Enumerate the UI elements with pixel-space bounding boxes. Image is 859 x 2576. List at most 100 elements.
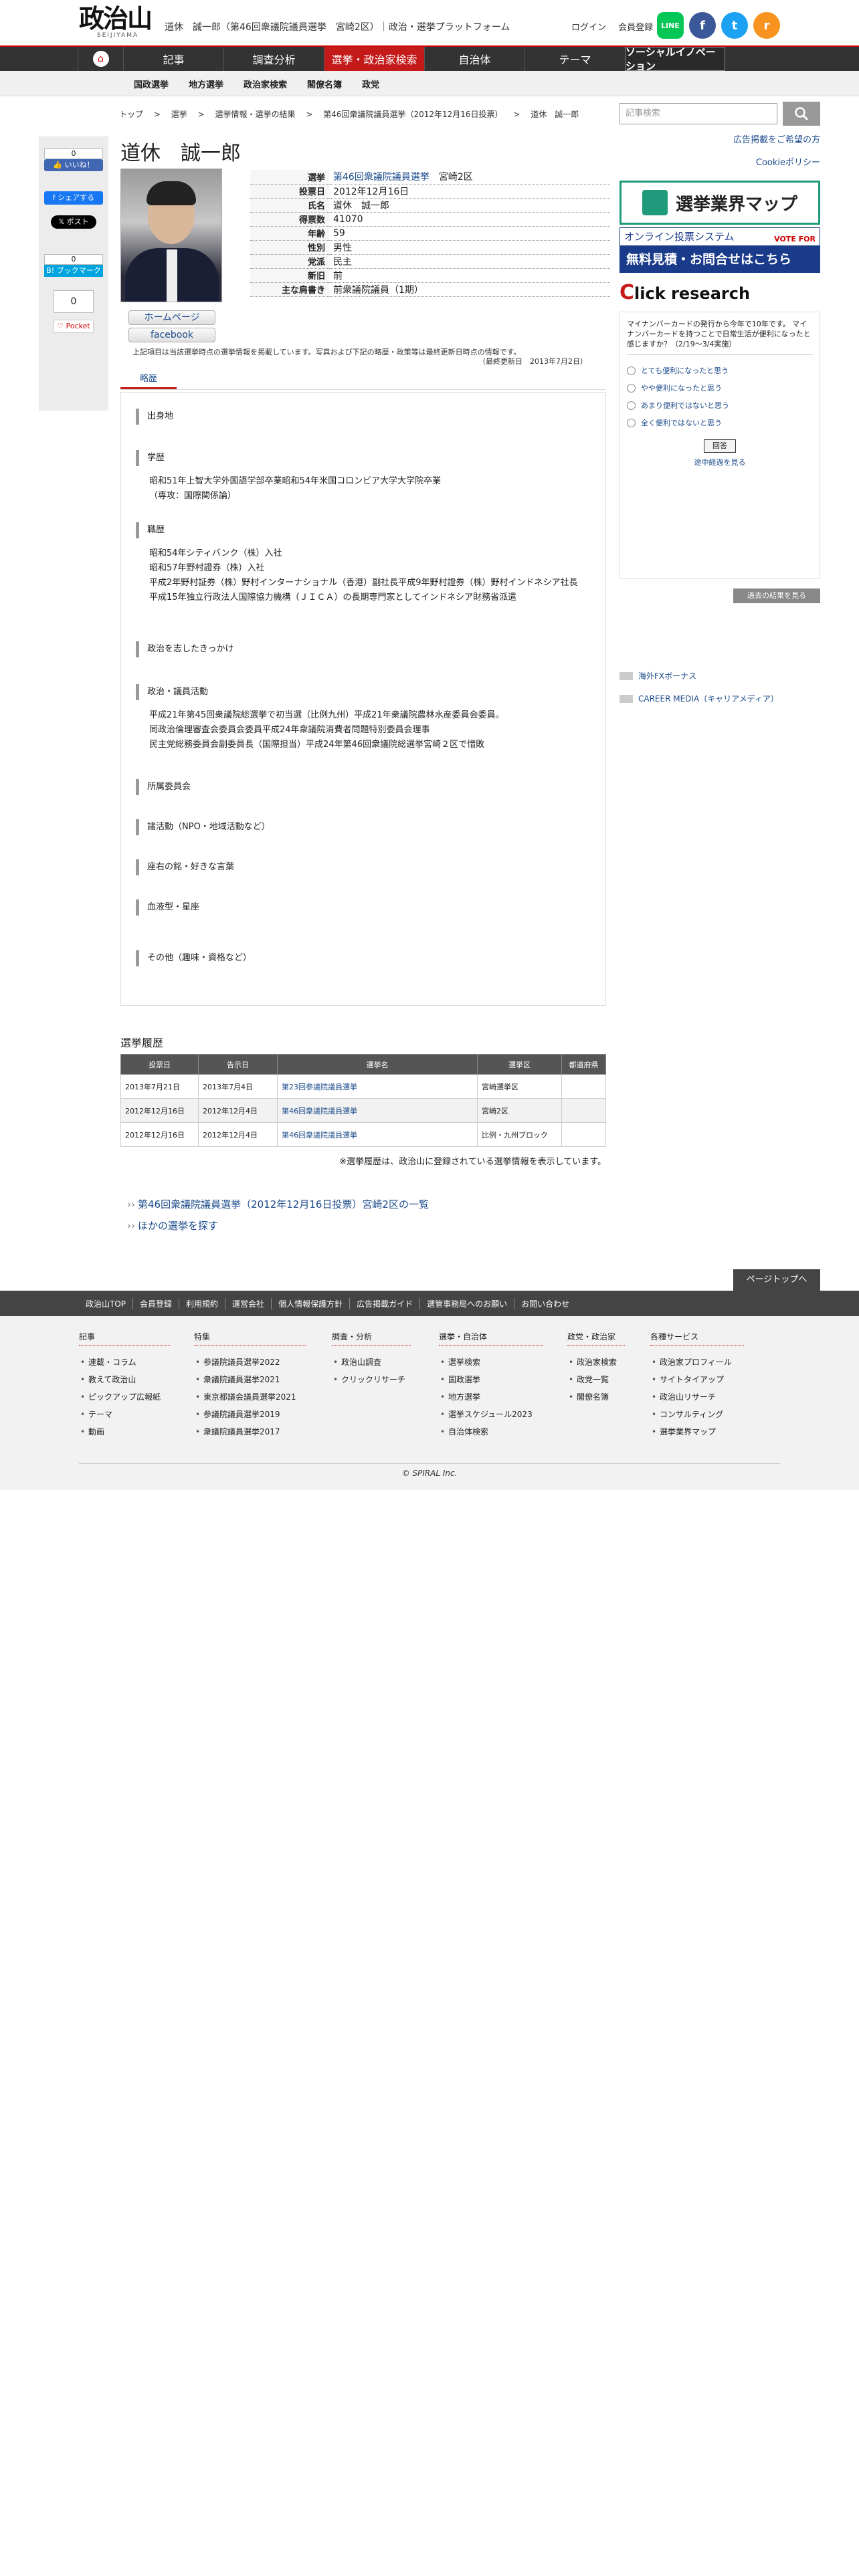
poll-option[interactable]: あまり便利ではないと思う: [627, 397, 813, 414]
last-updated: （最終更新日 2013年7月2日）: [478, 357, 587, 366]
footer-link[interactable]: 選管事務局へのお願い: [420, 1297, 515, 1309]
ad-link-fx[interactable]: 海外FXボーナス: [619, 670, 696, 681]
site-logo[interactable]: 政治山 SEIJIYAMA: [79, 5, 157, 39]
facebook-button[interactable]: facebook: [128, 328, 215, 342]
bio-section: 座右の銘・好きな言葉: [136, 859, 591, 875]
profile-row: 主な肩書き 前衆議院議員（1期）: [250, 282, 610, 297]
nav-articles[interactable]: 記事: [123, 47, 223, 71]
profile-row: 選挙 第46回衆議院議員選挙 宮崎2区: [250, 170, 610, 185]
line-icon[interactable]: LINE: [657, 12, 684, 39]
radio-icon[interactable]: [627, 383, 636, 393]
poll-submit-button[interactable]: 回答: [704, 439, 736, 453]
nav-election-search[interactable]: 選挙・政治家検索: [324, 47, 424, 71]
history-election-link[interactable]: 第46回衆議院議員選挙: [282, 1107, 357, 1115]
ad-icon: [619, 671, 633, 680]
election-history-table: 投票日 告示日 選挙名 選挙区 都道府県 2013年7月21日 2013年7月4…: [120, 1054, 606, 1147]
click-research-poll: マイナンバーカードの発行から今年で10年です。 マイナンバーカードを持つことで日…: [619, 312, 820, 579]
breadcrumb-election-46[interactable]: 第46回衆議院議員選挙（2012年12月16日投票）: [323, 110, 502, 119]
tab-biography[interactable]: 略歴: [120, 369, 177, 389]
search-button[interactable]: [783, 102, 820, 126]
breadcrumb: トップ > 選挙 > 選挙情報・選挙の結果 > 第46回衆議院議員選挙（2012…: [119, 110, 579, 119]
fb-like-label: いいね！: [64, 160, 94, 169]
fb-share-button[interactable]: f シェアする: [44, 191, 103, 205]
homepage-button[interactable]: ホームページ: [128, 310, 215, 325]
table-row: 2012年12月16日 2012年12月4日 第46回衆議院議員選挙 比例・九州…: [120, 1122, 606, 1147]
profile-row: 性別 男性: [250, 240, 610, 255]
find-other-elections-link[interactable]: ›› ほかの選挙を探す: [127, 1218, 218, 1232]
footer-link[interactable]: 政治山TOP: [79, 1297, 134, 1309]
footer-col-features: 特集 参議院議員選挙2022 衆議院議員選挙2021 東京都議会議員選挙2021…: [194, 1331, 306, 1440]
subnav-cabinet-list[interactable]: 閣僚名簿: [307, 78, 342, 90]
footer-sitemap: 記事 連載・コラム 教えて政治山 ピックアップ広報紙 テーマ 動画 特集 参議院…: [0, 1316, 859, 1490]
x-post-label: ポスト: [66, 217, 89, 226]
footer-link[interactable]: 利用規約: [179, 1297, 226, 1309]
subnav-parties[interactable]: 政党: [362, 78, 379, 90]
footer-col-research: 調査・分析 政治山調査 クリックリサーチ: [332, 1331, 411, 1388]
ad-icon: [619, 694, 633, 703]
radio-icon[interactable]: [627, 401, 636, 410]
subnav-national-election[interactable]: 国政選挙: [134, 78, 169, 90]
poll-interim-result-link[interactable]: 途中経過を見る: [627, 457, 813, 467]
poll-question: マイナンバーカードの発行から今年で10年です。 マイナンバーカードを持つことで日…: [627, 320, 811, 348]
footer-link[interactable]: お問い合わせ: [514, 1298, 576, 1309]
radio-icon[interactable]: [627, 366, 636, 375]
x-post-button[interactable]: 𝕏 ポスト: [51, 215, 96, 229]
nav-home[interactable]: ⌂: [78, 47, 123, 71]
page-heading-title: 道休 誠一郎（第46回衆議院議員選挙 宮崎2区）｜政治・選挙プラットフォーム: [165, 22, 510, 33]
nav-municipality[interactable]: 自治体: [424, 47, 524, 71]
home-icon: ⌂: [92, 51, 109, 67]
pocket-button[interactable]: ♡ Pocket: [54, 320, 94, 333]
ad-inquiry-link[interactable]: 広告掲載をご希望の方: [733, 132, 820, 145]
footer-link[interactable]: 個人情報保護方針: [272, 1297, 351, 1309]
poll-option[interactable]: 全く便利ではないと思う: [627, 414, 813, 431]
biography-box: 出身地 学歴 昭和51年上智大学外国語学部卒業昭和54年米国コロンビア大学大学院…: [120, 392, 606, 1006]
pocket-count: 0: [54, 290, 94, 313]
twitter-icon[interactable]: t: [721, 12, 748, 39]
social-follow: LINE f t r: [657, 12, 780, 39]
bio-section: 政治を志したきっかけ: [136, 641, 591, 657]
district-list-link[interactable]: ›› 第46回衆議院議員選挙（2012年12月16日投票）宮崎2区の一覧: [127, 1197, 429, 1211]
bio-section: 職歴 昭和54年シティバンク（株）入社 昭和57年野村證券（株）入社 平成2年野…: [136, 522, 591, 605]
nav-social-innovation[interactable]: ソーシャルイノベーション: [625, 46, 725, 72]
breadcrumb-election-info[interactable]: 選挙情報・選挙の結果: [215, 110, 295, 119]
nav-analysis[interactable]: 調査分析: [223, 47, 324, 71]
fb-share-label: シェアする: [58, 193, 95, 202]
login-link[interactable]: ログイン: [571, 23, 606, 33]
cookie-policy-link[interactable]: Cookieポリシー: [756, 155, 820, 168]
register-link[interactable]: 会員登録: [618, 23, 653, 33]
table-row: 2012年12月16日 2012年12月4日 第46回衆議院議員選挙 宮崎2区: [120, 1098, 606, 1123]
online-voting-banner[interactable]: オンライン投票システム VOTE FOR 無料見積・お問合せはこちら: [619, 227, 820, 273]
rss-icon[interactable]: r: [753, 12, 780, 39]
footer-link[interactable]: 運営会社: [225, 1297, 272, 1309]
breadcrumb-election[interactable]: 選挙: [171, 110, 187, 119]
poll-option[interactable]: とても便利になったと思う: [627, 362, 813, 379]
radio-icon[interactable]: [627, 418, 636, 427]
ad-link-career-media[interactable]: CAREER MEDIA（キャリアメディア）: [619, 693, 779, 704]
past-results-button[interactable]: 過去の結果を見る: [733, 588, 820, 603]
profile-row: 新旧前: [250, 268, 610, 283]
footer-link[interactable]: 広告掲載ガイド: [350, 1297, 421, 1309]
election-link[interactable]: 第46回衆議院議員選挙: [333, 172, 430, 183]
bio-section: その他（趣味・資格など）: [136, 950, 591, 966]
bio-section: 所属委員会: [136, 779, 591, 795]
page-top-button[interactable]: ページトップへ: [733, 1269, 820, 1291]
profile-row: 党派 民主: [250, 254, 610, 269]
footer-link[interactable]: 会員登録: [133, 1297, 180, 1309]
profile-row: 年齢 59: [250, 226, 610, 241]
subnav-local-election[interactable]: 地方選挙: [189, 78, 223, 90]
election-history-title: 選挙履歴: [120, 1037, 164, 1049]
poll-option[interactable]: やや便利になったと思う: [627, 379, 813, 397]
hatena-bookmark-button[interactable]: B! ブックマーク: [44, 265, 103, 277]
nav-theme[interactable]: テーマ: [524, 47, 625, 71]
election-industry-map-banner[interactable]: 選挙業界マップ: [619, 181, 820, 225]
subnav-politician-search[interactable]: 政治家検索: [244, 78, 287, 90]
like-count: 0: [44, 148, 103, 159]
profile-row: 投票日 2012年12月16日: [250, 184, 610, 199]
history-election-link[interactable]: 第46回衆議院議員選挙: [282, 1131, 357, 1140]
history-election-link[interactable]: 第23回参議院議員選挙: [282, 1083, 357, 1091]
breadcrumb-top[interactable]: トップ: [119, 110, 143, 119]
footer-col-articles: 記事 連載・コラム 教えて政治山 ピックアップ広報紙 テーマ 動画: [79, 1331, 170, 1440]
facebook-icon[interactable]: f: [689, 12, 716, 39]
search-input[interactable]: 記事検索: [619, 103, 777, 124]
fb-like-button[interactable]: 👍 いいね！: [44, 159, 103, 171]
